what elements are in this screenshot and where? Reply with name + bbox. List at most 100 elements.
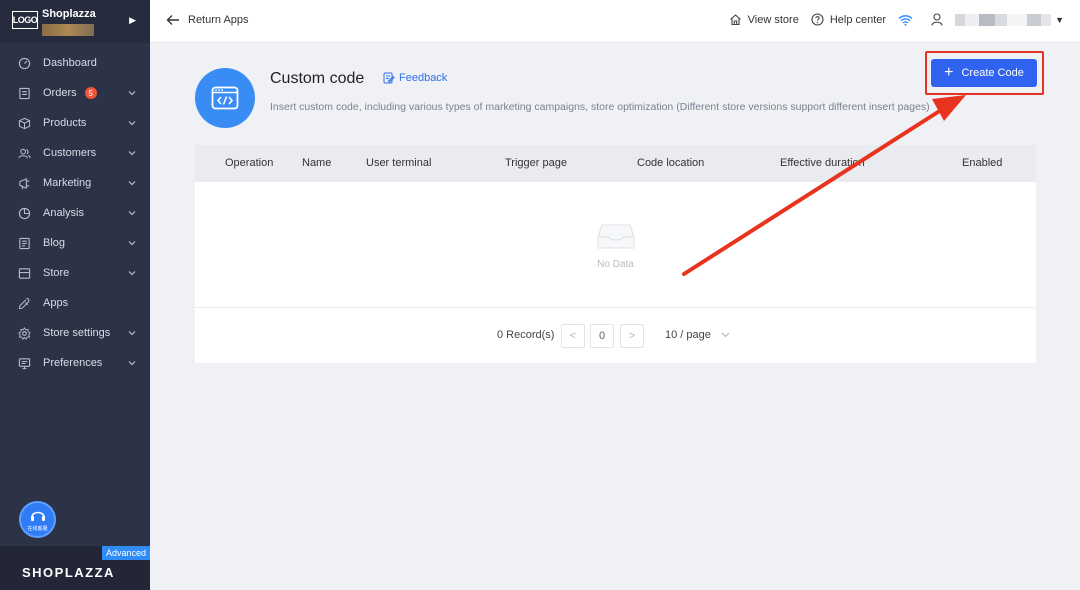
expand-arrow-icon[interactable]: ▶: [129, 15, 136, 26]
create-code-label: Create Code: [961, 67, 1024, 79]
sidebar-item-label: Analysis: [43, 207, 84, 219]
return-apps-label: Return Apps: [188, 14, 249, 26]
wifi-status[interactable]: [898, 14, 919, 26]
sidebar-item-label: Marketing: [43, 177, 92, 189]
view-store-link[interactable]: View store: [729, 13, 799, 26]
chevron-down-icon[interactable]: [128, 209, 136, 217]
plan-badge: Advanced: [101, 546, 150, 560]
column-header-trigger-page: Trigger page: [505, 157, 567, 169]
page-description: Insert custom code, including various ty…: [270, 101, 930, 113]
sidebar-item-analysis[interactable]: Analysis: [0, 198, 150, 228]
sidebar-item-customers[interactable]: Customers: [0, 138, 150, 168]
sidebar: LOGO Shoplazza ▶ Dashboard Orders 5 Prod…: [0, 0, 150, 590]
chevron-down-icon: [721, 332, 730, 338]
sidebar-item-store-settings[interactable]: Store settings: [0, 318, 150, 348]
column-header-effective-duration: Effective duration: [780, 157, 865, 169]
user-icon: [931, 13, 943, 26]
apps-icon: [18, 297, 31, 310]
sidebar-item-label: Products: [43, 117, 87, 129]
support-label: 在线客服: [27, 525, 48, 532]
headset-icon: [30, 511, 45, 521]
sidebar-item-orders[interactable]: Orders 5: [0, 78, 150, 108]
table-header: Operation Name User terminal Trigger pag…: [195, 145, 1036, 182]
chevron-down-icon[interactable]: [128, 269, 136, 277]
feedback-link[interactable]: Feedback: [383, 72, 447, 84]
orders-count-badge: 5: [84, 87, 97, 99]
blog-icon: [18, 237, 31, 250]
chevron-down-icon[interactable]: [128, 89, 136, 97]
next-page-button[interactable]: >: [620, 324, 644, 348]
sidebar-nav: Dashboard Orders 5 Products Customers Ma…: [0, 43, 150, 378]
sidebar-item-preferences[interactable]: Preferences: [0, 348, 150, 378]
online-support-button[interactable]: 在线客服: [19, 501, 56, 538]
empty-state: No Data: [195, 182, 1036, 308]
prev-page-button[interactable]: <: [561, 324, 585, 348]
chevron-down-icon[interactable]: [128, 329, 136, 337]
marketing-icon: [18, 177, 31, 190]
page-title: Custom code: [270, 70, 365, 87]
chevron-down-icon[interactable]: [128, 149, 136, 157]
code-window-icon: [211, 86, 239, 110]
store-icon: [18, 267, 31, 280]
products-icon: [18, 117, 31, 130]
sidebar-footer: Advanced SHOPLAZZA: [0, 546, 150, 590]
chevron-down-icon[interactable]: [128, 239, 136, 247]
topbar-actions: View store Help center ▼: [717, 13, 1064, 26]
no-data-text: No Data: [597, 259, 634, 270]
store-settings-icon: [18, 326, 31, 340]
column-header-code-location: Code location: [637, 157, 705, 169]
brand-name: Shoplazza: [42, 8, 96, 20]
sidebar-item-label: Blog: [43, 237, 66, 249]
sidebar-item-label: Orders: [43, 87, 77, 99]
custom-code-app-icon: [195, 68, 255, 128]
column-header-operation: Operation: [225, 157, 274, 169]
sidebar-item-label: Customers: [43, 147, 97, 159]
sidebar-item-blog[interactable]: Blog: [0, 228, 150, 258]
plus-icon: +: [944, 64, 954, 81]
pagination: 0 Record(s) < 0 > 10 / page: [195, 308, 1036, 363]
sidebar-item-apps[interactable]: Apps: [0, 288, 150, 318]
sidebar-item-dashboard[interactable]: Dashboard: [0, 48, 150, 78]
page-number-input[interactable]: 0: [590, 324, 614, 348]
sidebar-item-products[interactable]: Products: [0, 108, 150, 138]
orders-icon: [18, 87, 31, 100]
column-header-enabled: Enabled: [962, 157, 1003, 169]
help-center-label: Help center: [829, 13, 887, 26]
sidebar-item-store[interactable]: Store: [0, 258, 150, 288]
create-code-highlight: + Create Code: [925, 51, 1044, 95]
edit-note-icon: [383, 72, 395, 84]
account-name-blurred: [955, 13, 1052, 26]
sidebar-item-label: Store: [43, 267, 70, 279]
analysis-icon: [18, 207, 31, 220]
sidebar-item-marketing[interactable]: Marketing: [0, 168, 150, 198]
sidebar-item-label: Apps: [43, 297, 69, 309]
help-center-link[interactable]: Help center: [811, 13, 886, 26]
account-menu[interactable]: ▼: [931, 13, 1064, 26]
brand-header[interactable]: LOGO Shoplazza ▶: [0, 0, 150, 43]
customers-icon: [18, 147, 31, 160]
home-icon: [729, 14, 741, 26]
view-store-label: View store: [747, 13, 799, 26]
chevron-down-icon[interactable]: [128, 119, 136, 127]
topbar: Return Apps View store Help center ▼: [150, 0, 1080, 43]
sidebar-item-label: Store settings: [43, 327, 111, 339]
create-code-button[interactable]: + Create Code: [931, 59, 1037, 87]
store-name-blurred: [42, 24, 94, 36]
chevron-down-icon[interactable]: [128, 179, 136, 187]
page-size-select[interactable]: 10 / page: [665, 329, 730, 341]
caret-down-icon: ▼: [1055, 14, 1064, 25]
dashboard-icon: [18, 57, 31, 70]
empty-inbox-icon: [597, 224, 635, 249]
help-icon: [811, 13, 824, 26]
feedback-label: Feedback: [399, 72, 448, 84]
column-header-user-terminal: User terminal: [366, 157, 432, 169]
page-size-value: 10 / page: [665, 329, 711, 341]
return-apps-link[interactable]: Return Apps: [166, 14, 249, 26]
chevron-down-icon[interactable]: [128, 359, 136, 367]
sidebar-item-label: Dashboard: [43, 57, 97, 69]
wifi-icon: [898, 14, 913, 26]
preferences-icon: [18, 357, 31, 370]
record-count: 0 Record(s): [497, 329, 555, 341]
column-header-name: Name: [302, 157, 332, 169]
logo: LOGO: [12, 11, 38, 29]
